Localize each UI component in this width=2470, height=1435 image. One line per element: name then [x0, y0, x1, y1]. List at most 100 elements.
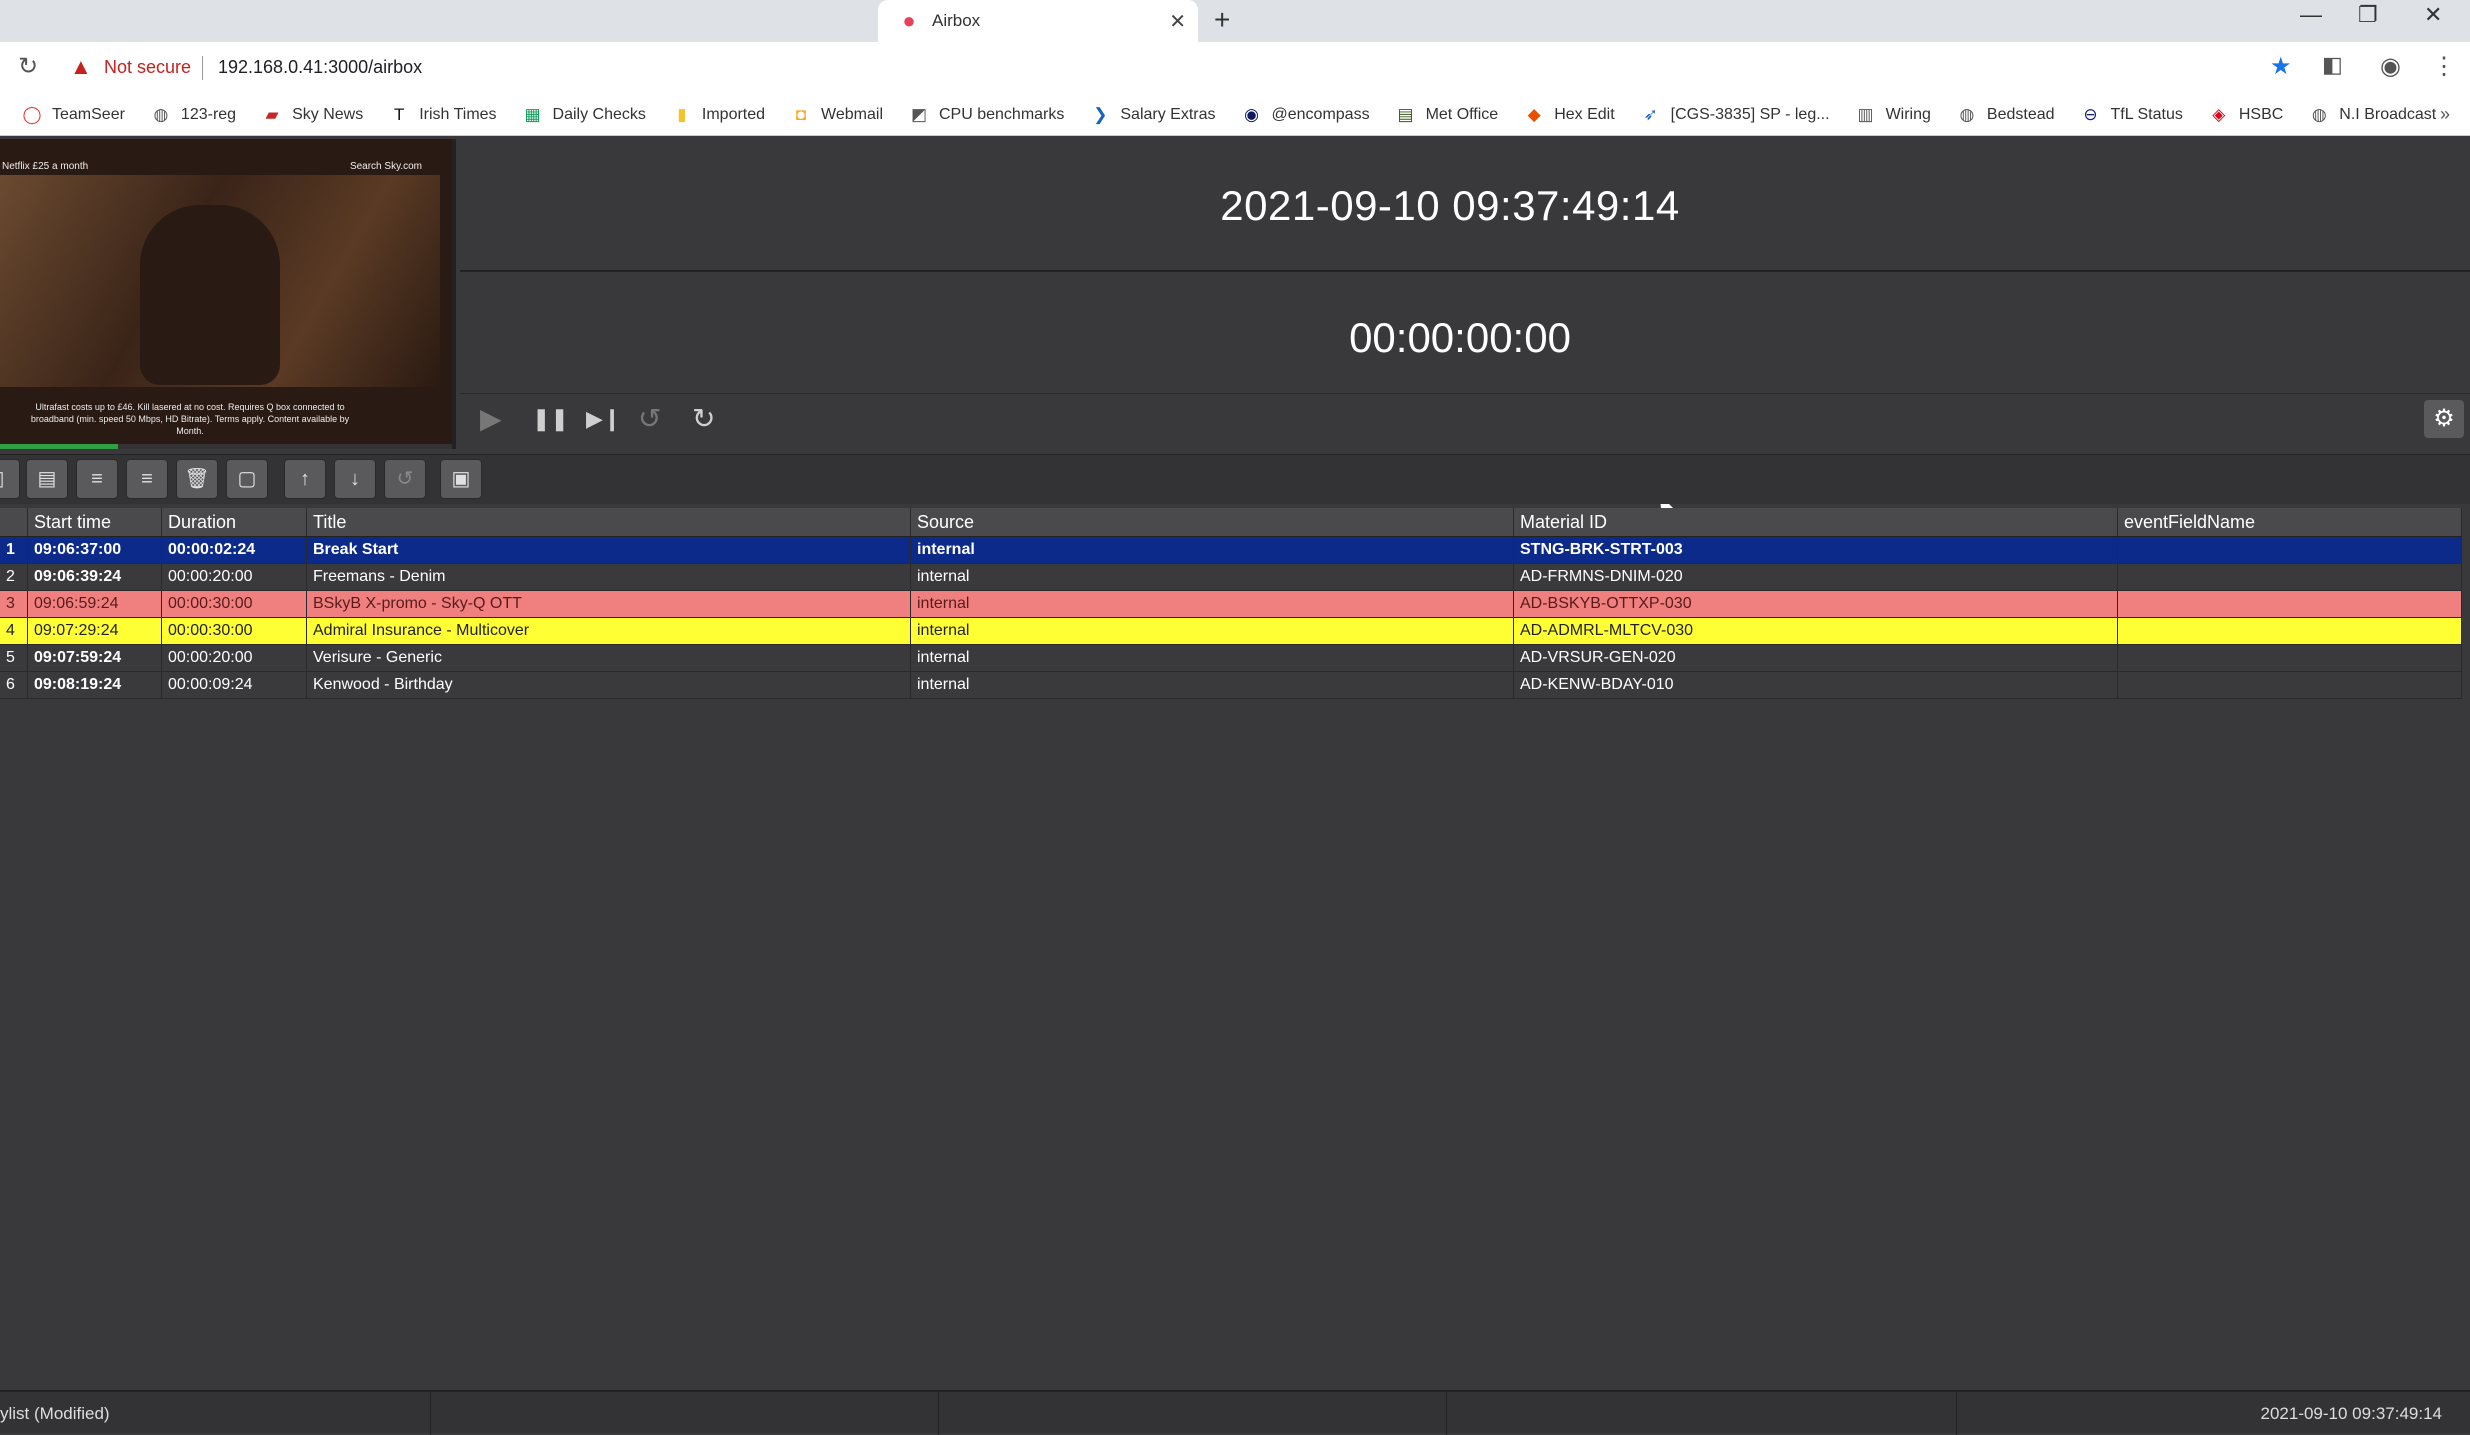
col-index-header[interactable] [0, 508, 28, 536]
col-index-cell: 5 [0, 645, 28, 671]
bookmark-item[interactable]: ◈ HSBC [2209, 105, 2283, 125]
col-duration-cell: 00:00:30:00 [162, 618, 307, 644]
address-separator [202, 56, 203, 80]
col-start-time-header[interactable]: Start time [28, 508, 162, 536]
align-left-button[interactable]: ≡ [76, 459, 118, 499]
table-row[interactable]: 1 09:06:37:00 00:00:02:24 Break Start intern… [0, 537, 2462, 564]
move-down-button[interactable]: ↓ [334, 459, 376, 499]
bookmark-item[interactable]: ⊖ TfL Status [2081, 105, 2182, 125]
bookmarks-bar: ◯ TeamSeer ◍ 123-reg ▰ Sky News T Irish Times ▦ D… [0, 94, 2470, 136]
move-up-button[interactable]: ↑ [284, 459, 326, 499]
table-row[interactable]: 6 09:08:19:24 00:00:09:24 Kenwood - Birthda… [0, 672, 2462, 699]
skip-next-button[interactable]: ▶❙ [586, 406, 621, 432]
browser-menu-icon[interactable]: ⋮ [2432, 52, 2456, 81]
pause-button[interactable]: ❚❚ [532, 406, 569, 432]
new-tab-button[interactable]: + [1214, 4, 1230, 36]
col-event-field-name-cell [2118, 618, 2462, 644]
delete-button[interactable]: 🗑 [176, 459, 218, 499]
window-restore-button[interactable]: ❐ [2358, 2, 2378, 28]
refresh-button[interactable]: ↺ [384, 459, 426, 499]
add-item-button[interactable]: ▯ [0, 459, 20, 499]
bookmark-label: Salary Extras [1120, 105, 1216, 123]
preview-figure [140, 205, 280, 385]
col-material-id-cell: AD-VRSUR-GEN-020 [1514, 645, 2118, 671]
teamseer-icon: ◯ [22, 104, 42, 124]
play-button[interactable]: ▶ [480, 402, 502, 435]
bookmark-item[interactable]: ◉ @encompass [1242, 105, 1369, 125]
new-document-button[interactable]: ▢ [226, 459, 268, 499]
col-material-id-header[interactable]: Material ID [1514, 508, 2118, 536]
bookmark-item[interactable]: ▦ Daily Checks [523, 105, 646, 125]
warning-icon[interactable]: ▲ [70, 54, 92, 80]
reload-icon[interactable]: ↻ [18, 52, 38, 81]
col-source-cell: internal [911, 672, 1514, 698]
redo-button[interactable]: ↻ [692, 402, 715, 435]
browser-tab-airbox[interactable]: ● Airbox ✕ [878, 0, 1198, 42]
table-row[interactable]: 3 09:06:59:24 00:00:30:00 BSkyB X-promo - S… [0, 591, 2462, 618]
security-label[interactable]: Not secure [104, 57, 191, 78]
table-row[interactable]: 2 09:06:39:24 00:00:20:00 Freemans - Denim i… [0, 564, 2462, 591]
table-row[interactable]: 5 09:07:59:24 00:00:20:00 Verisure - Generi… [0, 645, 2462, 672]
playlist-body: 1 09:06:37:00 00:00:02:24 Break Start intern… [0, 537, 2462, 699]
col-event-field-name-header[interactable]: eventFieldName [2118, 508, 2462, 536]
bookmark-item[interactable]: ◘ Webmail [791, 105, 883, 125]
save-button[interactable]: ▣ [440, 459, 482, 499]
bookmark-label: HSBC [2238, 105, 2284, 123]
align-right-button[interactable]: ≡ [126, 459, 168, 499]
col-title-cell: Verisure - Generic [307, 645, 911, 671]
status-bar: ylist (Modified) 2021-09-10 09:37:49:14 [0, 1390, 2470, 1435]
col-source-cell: internal [911, 618, 1514, 644]
undo-button[interactable]: ↺ [638, 402, 661, 435]
bookmark-label: Met Office [1425, 105, 1499, 123]
col-title-cell: Kenwood - Birthday [307, 672, 911, 698]
globe-icon: ◍ [153, 104, 169, 124]
bookmark-label: N.I Broadcast [2339, 105, 2437, 123]
col-title-header[interactable]: Title [307, 508, 911, 536]
extensions-icon[interactable]: ◧ [2322, 52, 2343, 78]
bookmark-label: Irish Times [419, 105, 497, 123]
col-index-cell: 2 [0, 564, 28, 590]
window-minimize-button[interactable]: — [2300, 2, 2322, 28]
bookmark-item[interactable]: ◩ CPU benchmarks [909, 105, 1064, 125]
insert-item-button[interactable]: ▤ [26, 459, 68, 499]
window-close-button[interactable]: ✕ [2424, 2, 2442, 28]
tab-close-icon[interactable]: ✕ [1169, 9, 1186, 34]
bookmark-label: Imported [701, 105, 766, 123]
preview-top-left-text: Netflix £25 a month [2, 161, 89, 172]
bookmark-item[interactable]: ❯ Salary Extras [1090, 105, 1215, 125]
table-row[interactable]: 4 09:07:29:24 00:00:30:00 Admiral Insurance… [0, 618, 2462, 645]
settings-gear-button[interactable]: ⚙ [2424, 400, 2464, 438]
bookmark-item[interactable]: ◍ N.I Broadcast [2309, 105, 2436, 125]
preview-fine-print: Ultrafast costs up to £46. Kill lasered … [30, 402, 350, 436]
col-material-id-cell: AD-ADMRL-MLTCV-030 [1514, 618, 2118, 644]
bookmark-item[interactable]: ➶ [CGS-3835] SP - leg... [1641, 105, 1830, 125]
bookmark-star-icon[interactable]: ★ [2270, 52, 2292, 81]
col-title-cell: Admiral Insurance - Multicover [307, 618, 911, 644]
col-event-field-name-cell [2118, 591, 2462, 617]
bookmark-item[interactable]: ◯ TeamSeer [22, 104, 125, 125]
bookmark-item[interactable]: ◆ Hex Edit [1524, 105, 1615, 125]
bookmarks-more-icon[interactable]: » [2440, 104, 2450, 125]
col-start-time-cell: 09:06:37:00 [28, 537, 162, 563]
bookmark-item[interactable]: ▰ Sky News [262, 105, 364, 125]
col-source-header[interactable]: Source [911, 508, 1514, 536]
url-field[interactable]: 192.168.0.41:3000/airbox [218, 57, 422, 78]
bookmark-item[interactable]: ▥ Wiring [1856, 105, 1931, 125]
bookmark-label: TeamSeer [52, 105, 125, 123]
bookmark-item[interactable]: ◍ Bedstead [1957, 105, 2054, 125]
playlist-table: Start time Duration Title Source Material ID… [0, 508, 2462, 699]
col-index-cell: 1 [0, 537, 28, 563]
bookmark-item[interactable]: ▮ Imported [672, 105, 765, 125]
col-duration-cell: 00:00:30:00 [162, 591, 307, 617]
salary-icon: ❯ [1093, 104, 1108, 124]
profile-icon[interactable]: ◉ [2380, 52, 2401, 81]
bookmark-item[interactable]: ▤ Met Office [1396, 105, 1499, 125]
bookmark-item[interactable]: ◍ 123-reg [151, 104, 237, 125]
playlist-toolbar: ▯▤≡≡🗑▢↑↓↺▣ [0, 454, 2470, 504]
bookmark-item[interactable]: T Irish Times [389, 105, 497, 125]
bookmark-label: [CGS-3835] SP - leg... [1670, 105, 1830, 123]
col-duration-cell: 00:00:09:24 [162, 672, 307, 698]
transport-controls: ▶ ❚❚ ▶❙ ↺ ↻ ⚙ [460, 394, 2470, 446]
col-duration-header[interactable]: Duration [162, 508, 307, 536]
col-duration-cell: 00:00:20:00 [162, 564, 307, 590]
